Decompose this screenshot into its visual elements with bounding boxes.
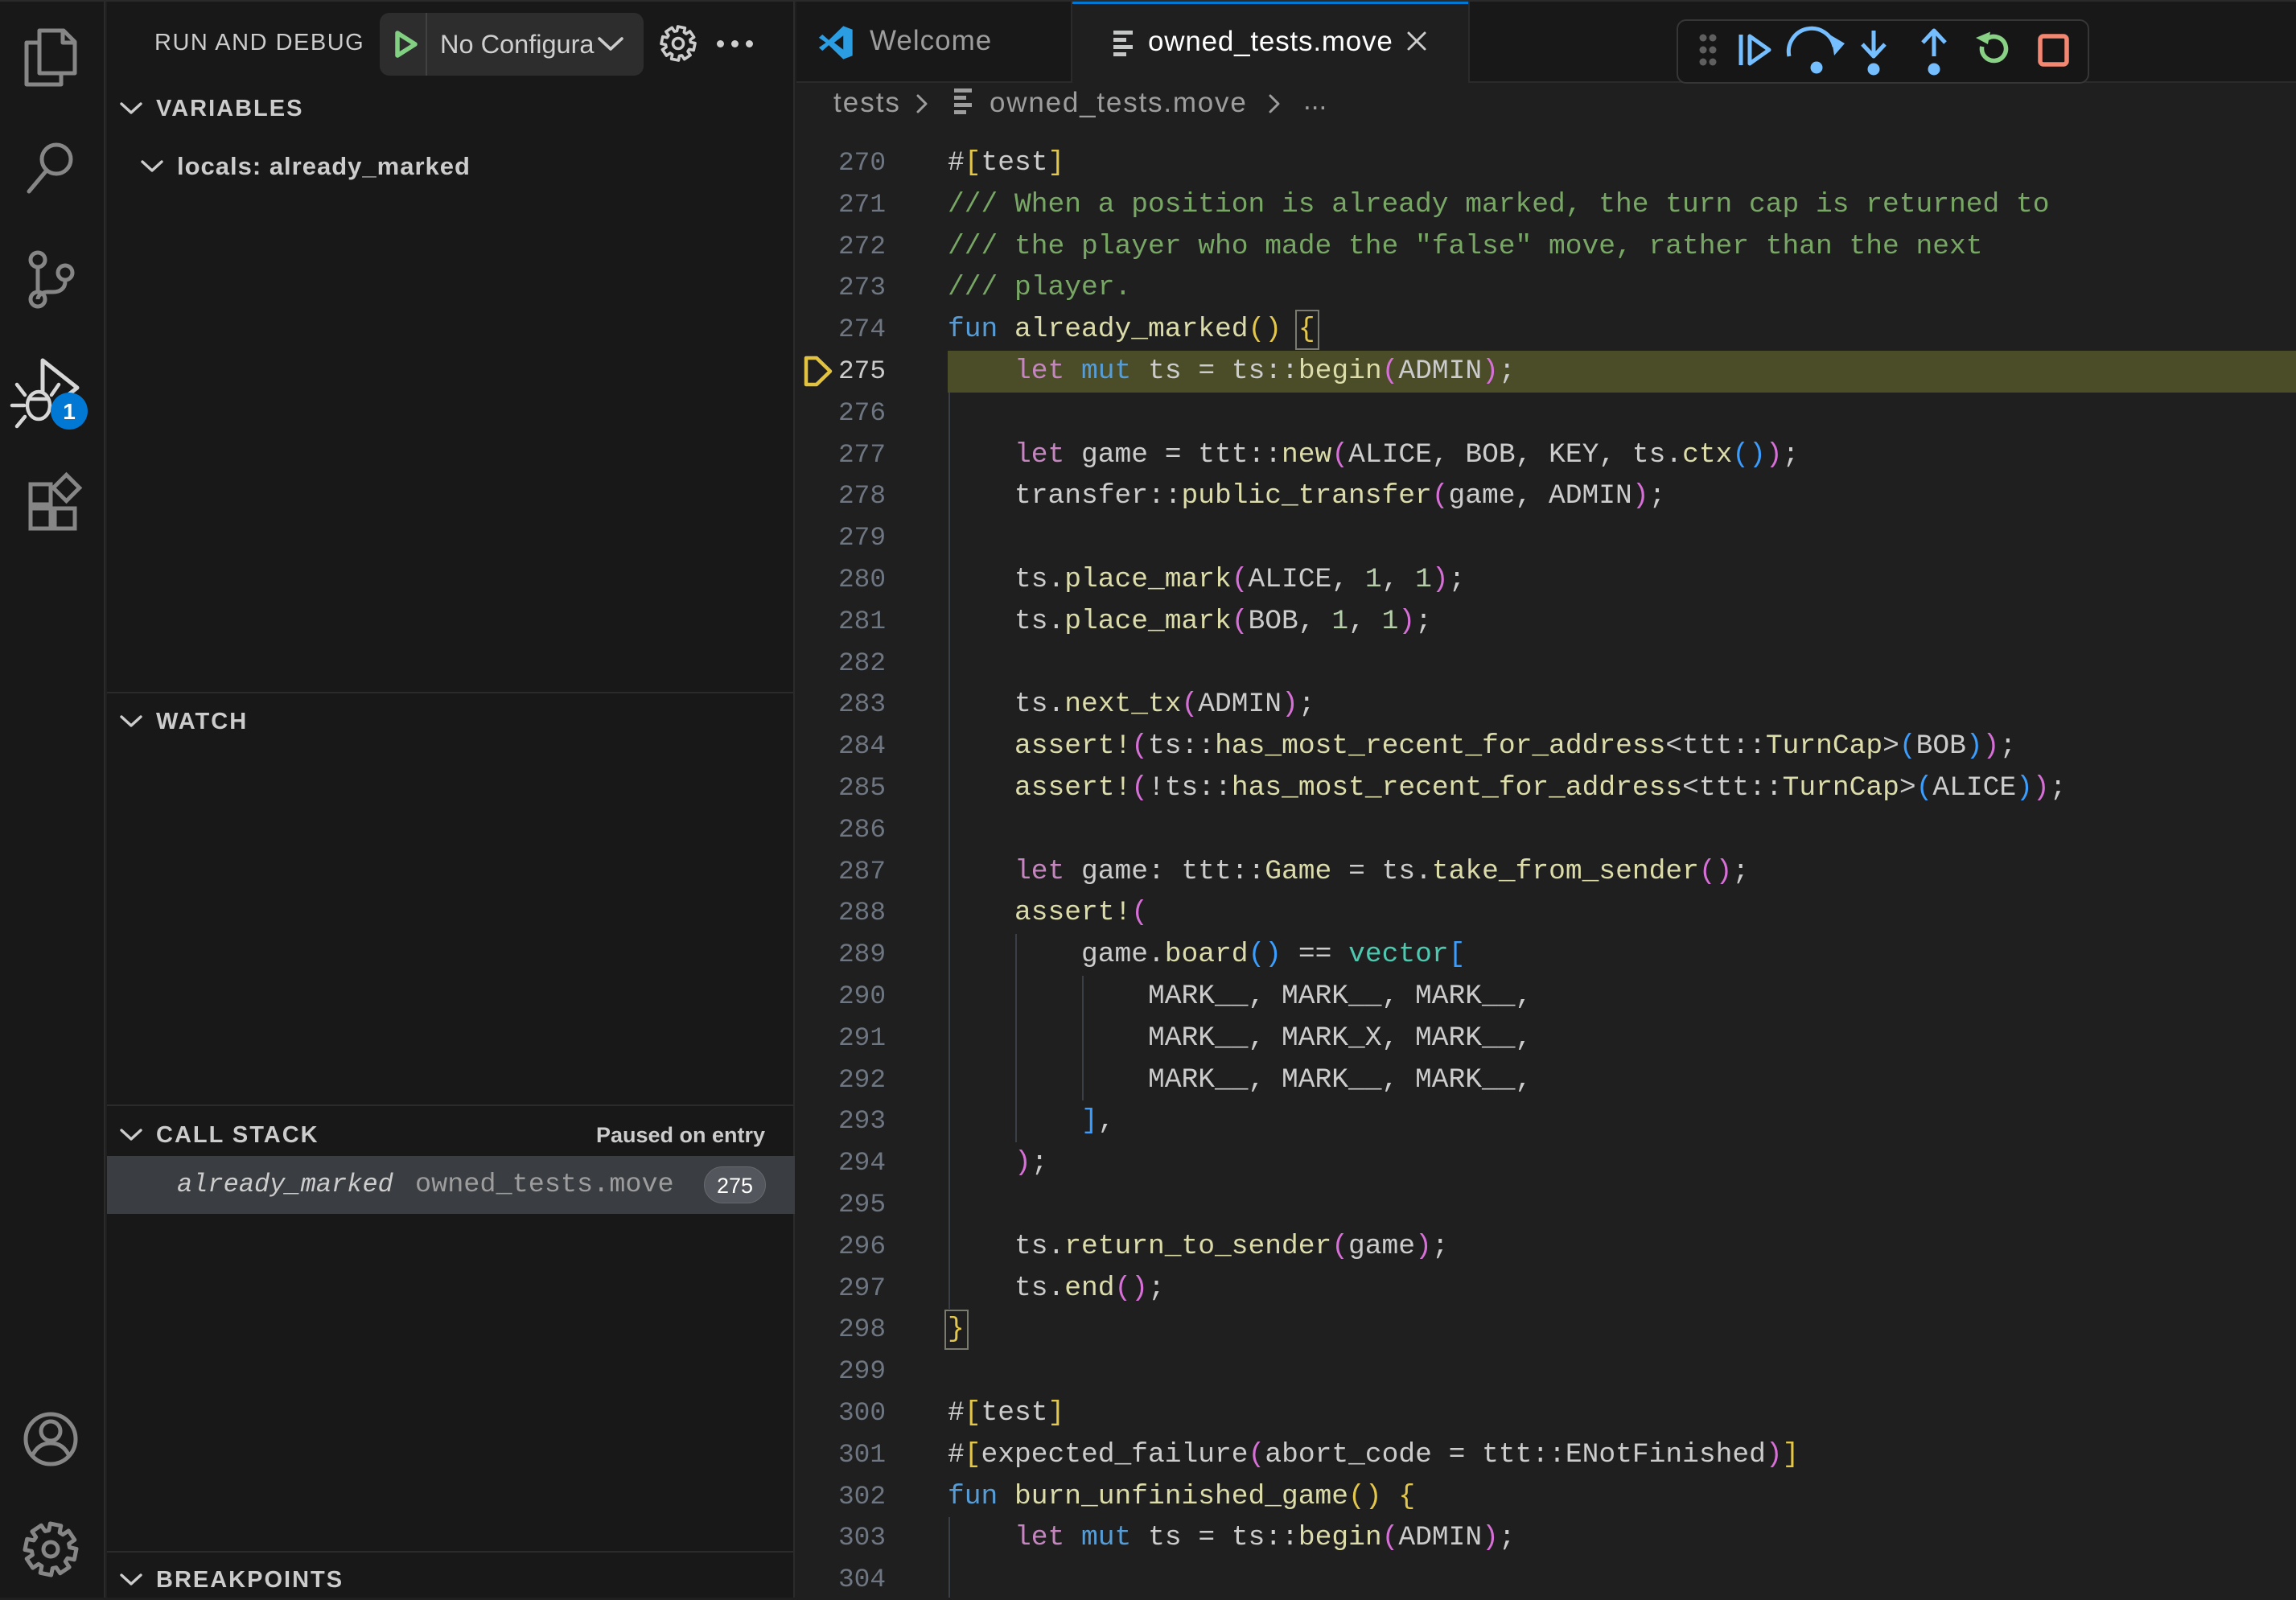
svg-text:1: 1 <box>63 399 76 424</box>
